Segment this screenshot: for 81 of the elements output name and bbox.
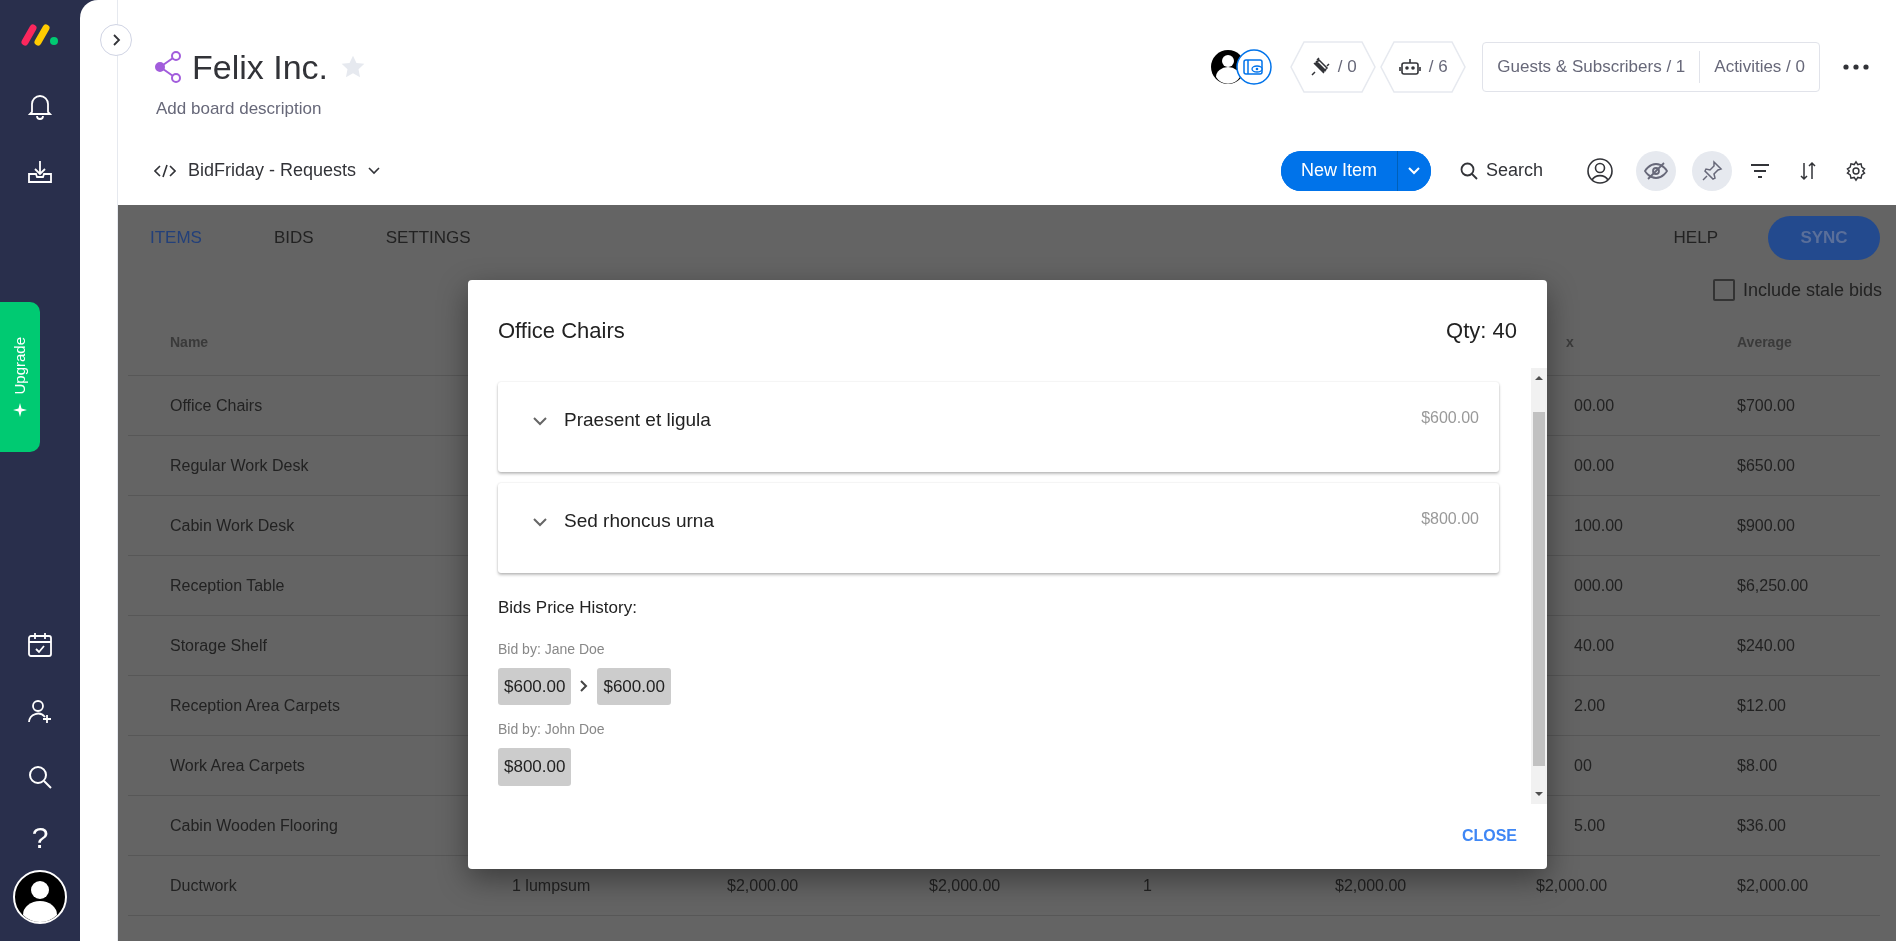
price-tag: $600.00 xyxy=(498,667,572,705)
table-cell-text: $36.00 xyxy=(1737,815,1786,836)
integrations-button[interactable]: / 0 xyxy=(1290,41,1377,93)
hide-icon[interactable] xyxy=(1636,150,1676,191)
scroll-up-icon[interactable] xyxy=(1534,374,1544,382)
caret-icon xyxy=(368,166,381,175)
table-cell-text: $900.00 xyxy=(1737,515,1795,536)
bid-price: $600.00 xyxy=(1421,408,1479,428)
bid-name: Sed rhoncus urna xyxy=(564,509,714,533)
table-cell-text: 00.00 xyxy=(1574,395,1615,416)
table-cell-text: $2,000.00 xyxy=(727,875,799,896)
search-icon xyxy=(1459,161,1478,180)
search-button[interactable]: Search xyxy=(1446,150,1556,191)
table-cell-text: $650.00 xyxy=(1737,455,1795,476)
table-cell-text: 2.00 xyxy=(1574,695,1606,716)
chevron-icon[interactable] xyxy=(532,517,548,527)
section-title: Bids Price History: xyxy=(498,597,638,619)
table-cell-text: Cabin Work Desk xyxy=(170,515,295,536)
bid-price: $800.00 xyxy=(1421,509,1479,529)
table-cell-text: Office Chairs xyxy=(170,395,263,416)
share-icon xyxy=(154,51,182,83)
code-icon xyxy=(154,163,176,178)
table-cell-text: 100.00 xyxy=(1574,515,1623,536)
table-cell-text: $2,000.00 xyxy=(1335,875,1407,896)
table-cell-text: Regular Work Desk xyxy=(170,455,309,476)
table-cell-text: Storage Shelf xyxy=(170,635,267,656)
caret-icon xyxy=(1408,166,1421,175)
quantity-label: Qty: 40 xyxy=(1446,316,1517,345)
checkbox-label: Include stale bids xyxy=(1742,278,1882,302)
board-title[interactable]: Felix Inc. xyxy=(192,41,329,93)
chevron-right-icon xyxy=(579,679,590,694)
table-cell-text: Reception Table xyxy=(170,575,285,596)
table-cell-text: $8.00 xyxy=(1737,755,1778,776)
bid-card[interactable]: Praesent et ligula $600.00 xyxy=(498,382,1499,472)
caret-button[interactable] xyxy=(1396,150,1431,191)
price-tag: $800.00 xyxy=(498,748,572,786)
bidder-label: Bid by: John Doe xyxy=(498,720,606,739)
avatar-icon[interactable] xyxy=(12,869,68,925)
table-cell-text: $6,250.00 xyxy=(1737,575,1809,596)
automations-button[interactable]: / 6 xyxy=(1380,41,1467,93)
guests-button[interactable]: Guests & Subscribers / 1 xyxy=(1483,51,1700,83)
logo-icon[interactable] xyxy=(20,22,60,48)
help-button[interactable]: ? xyxy=(31,823,49,853)
close-button[interactable]: CLOSE xyxy=(1455,820,1523,852)
table-cell-text: 000.00 xyxy=(1574,575,1623,596)
table-cell-text: Work Area Carpets xyxy=(170,755,305,776)
table-cell-text: $700.00 xyxy=(1737,395,1795,416)
table-cell-text: $2,000.00 xyxy=(1536,875,1608,896)
plug-icon xyxy=(1309,57,1330,77)
checkbox[interactable] xyxy=(1712,279,1735,301)
scrollbar[interactable] xyxy=(1531,368,1547,804)
bid-name: Praesent et ligula xyxy=(564,408,711,432)
table-cell-text: Reception Area Carpets xyxy=(170,695,340,716)
table-cell-text: Ductwork xyxy=(170,875,237,896)
star-icon[interactable] xyxy=(340,54,367,80)
table-cell-text: $12.00 xyxy=(1737,695,1786,716)
scroll-down-icon[interactable] xyxy=(1534,790,1544,798)
table-cell-text: Cabin Wooden Flooring xyxy=(170,815,338,836)
bid-card[interactable]: Sed rhoncus urna $800.00 xyxy=(498,483,1499,573)
table-cell-text: 00 xyxy=(1574,755,1592,776)
view-selector[interactable]: BidFriday - Requests xyxy=(154,157,381,184)
robot-icon xyxy=(1398,57,1421,77)
sparkle-icon xyxy=(13,402,27,417)
price-tag: $600.00 xyxy=(597,667,671,705)
table-cell-text: 1 lumpsum xyxy=(512,875,591,896)
activities-button[interactable]: Activities / 0 xyxy=(1700,51,1819,83)
table-cell-text: $2,000.00 xyxy=(929,875,1001,896)
table-cell-text: 40.00 xyxy=(1574,635,1615,656)
chevron-icon[interactable] xyxy=(532,416,548,426)
table-cell-text: 00.00 xyxy=(1574,455,1615,476)
board-description[interactable]: Add board description xyxy=(156,99,322,118)
expand-button[interactable] xyxy=(100,24,132,56)
dialog-title: Office Chairs xyxy=(498,316,625,345)
bidder-label: Bid by: Jane Doe xyxy=(498,639,606,659)
pin-icon[interactable] xyxy=(1692,150,1732,191)
table-cell-text: $240.00 xyxy=(1737,635,1795,656)
chevron-right-icon xyxy=(111,33,121,47)
table-cell-text: 1 xyxy=(1143,875,1152,896)
table-cell-text: $2,000.00 xyxy=(1737,875,1809,896)
table-cell-text: 5.00 xyxy=(1574,815,1606,836)
user-avatars-icon[interactable] xyxy=(1210,47,1275,87)
